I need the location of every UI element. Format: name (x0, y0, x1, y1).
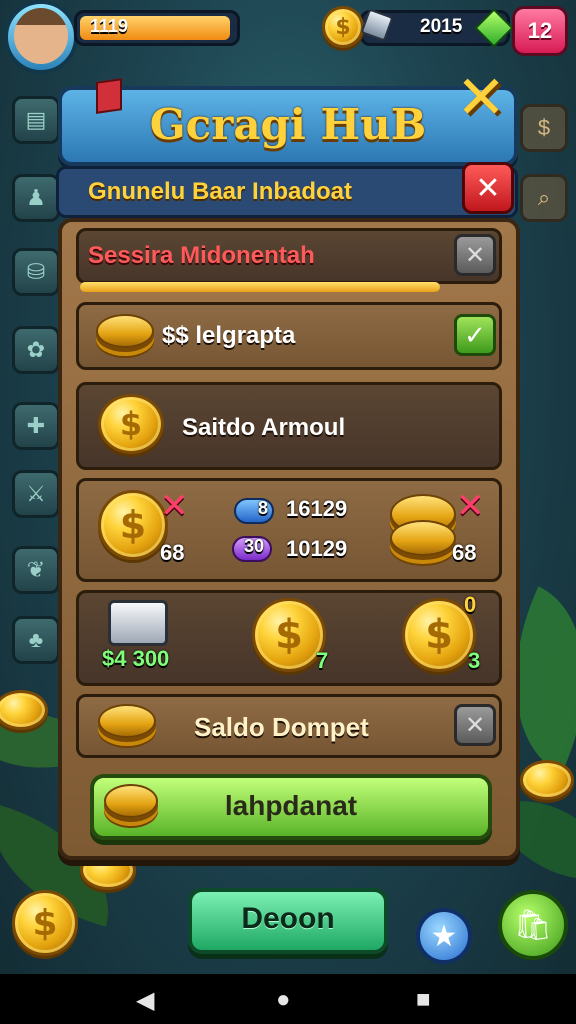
telegraph-label: $$ lelgrapta (162, 322, 296, 349)
pill-2-value: 30 (244, 536, 265, 556)
modal-title: Gcragi HuB (149, 100, 427, 149)
notification-badge[interactable]: 12 (512, 6, 568, 56)
chest-value: $4 300 (102, 646, 170, 671)
bottom-main-button-label: Deoon (241, 902, 335, 935)
session-progress-bar (80, 282, 440, 292)
modal-subtitle: Gnunelu Baar Inbadoat (88, 178, 353, 205)
background-coin (520, 760, 574, 800)
side-tree-icon[interactable]: ♣ (12, 616, 60, 664)
side-dollar-icon[interactable]: $ (520, 104, 568, 152)
telegraph-check-button[interactable]: ✓ (454, 314, 496, 356)
session-dismiss-button[interactable]: ✕ (454, 234, 496, 276)
bottom-coin-icon[interactable]: $ (12, 890, 78, 956)
shop-icon[interactable]: 🛍 (498, 890, 568, 960)
avatar-face-icon (14, 8, 68, 64)
session-label: Sessira Midonentah (88, 242, 315, 269)
left-coin-value: 68 (160, 540, 185, 565)
recent-apps-icon[interactable]: ■ (416, 986, 431, 1014)
saldo-dompet-label: Saldo Dompet (194, 712, 369, 742)
gold-value: 2015 (420, 16, 463, 37)
side-character-icon[interactable]: ♟ (12, 174, 60, 222)
stat-2-value: 10129 (286, 536, 348, 561)
gold-coin-icon: $ (322, 6, 364, 48)
right-coin-small: 3 (468, 648, 481, 673)
side-map-icon[interactable]: ✿ (12, 326, 60, 374)
close-button[interactable]: ✕ (462, 162, 514, 214)
coin-icon: $ (252, 598, 326, 672)
coin-stack-icon (96, 314, 154, 348)
coin-icon: $ (98, 490, 168, 560)
stat-1-value: 16129 (286, 496, 348, 521)
hp-value: 1119 (90, 16, 129, 36)
side-coins-icon[interactable]: ⛁ (12, 248, 60, 296)
saldo-dompet-dismiss-button[interactable]: ✕ (454, 704, 496, 746)
side-menu-icon[interactable]: ▤ (12, 96, 60, 144)
pill-1-value: 8 (258, 498, 269, 518)
close-icon[interactable]: ✕ (452, 68, 510, 128)
coin-icon: $ (98, 394, 164, 454)
saldo-amount-label: Saitdo Armoul (182, 414, 346, 441)
mid-coin-value: 7 (316, 648, 329, 673)
right-coin-badge: 0 (464, 592, 477, 617)
home-icon[interactable]: ● (276, 986, 291, 1014)
chest-icon (108, 600, 168, 646)
action-button-label: lahpdanat (224, 790, 358, 821)
side-sword-icon[interactable]: ⚔ (12, 470, 60, 518)
remove-icon[interactable]: ✕ (456, 486, 485, 526)
back-icon[interactable]: ◀ (136, 986, 154, 1015)
coin-stack-icon (390, 520, 456, 556)
star-icon[interactable]: ★ (416, 908, 472, 964)
coin-stack-icon (98, 704, 156, 738)
side-gift-icon[interactable]: ✚ (12, 402, 60, 450)
side-leaf-icon[interactable]: ❦ (12, 546, 60, 594)
right-coin-value: 68 (452, 540, 477, 565)
remove-icon[interactable]: ✕ (160, 486, 189, 526)
side-search-icon[interactable]: ⌕ (520, 174, 568, 222)
